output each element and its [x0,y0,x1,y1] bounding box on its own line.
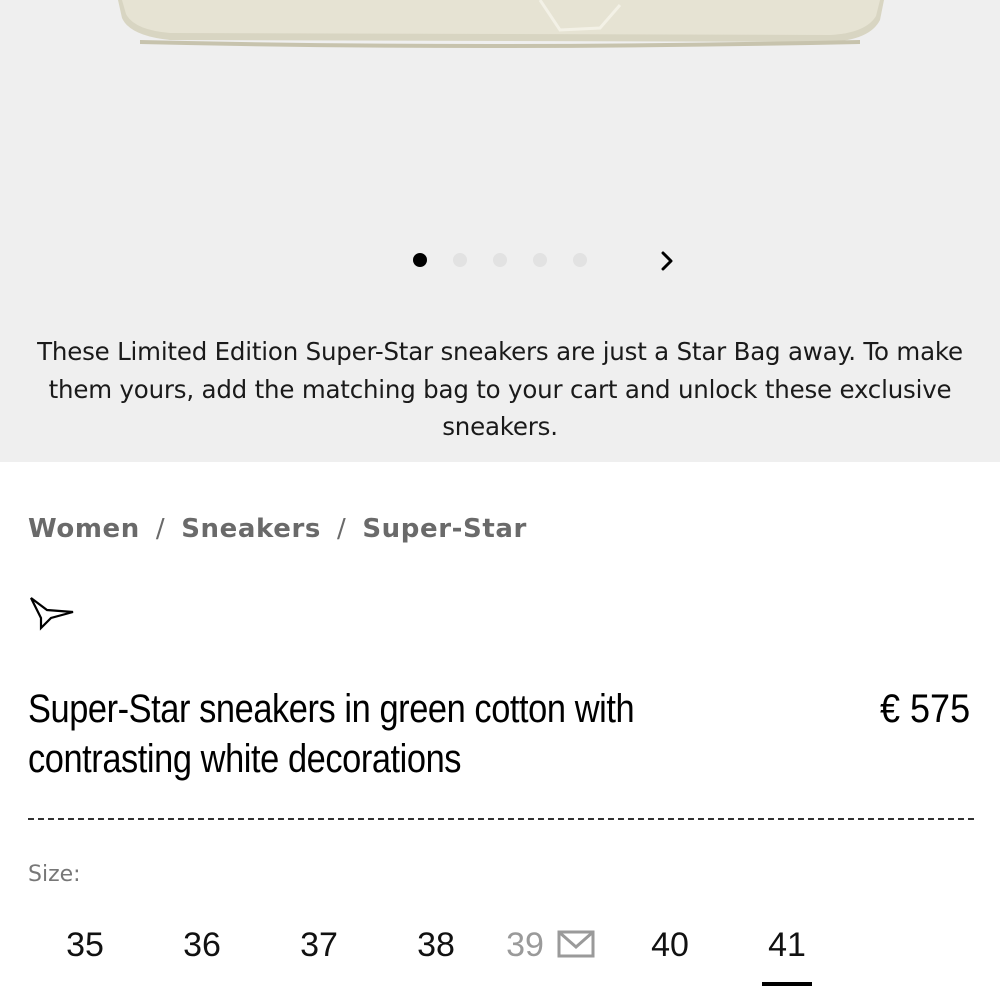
breadcrumb-separator: / [155,514,166,544]
carousel-dot-4[interactable] [533,253,547,267]
size-option-40[interactable]: 40 [635,920,705,970]
product-title: Super-Star sneakers in green cotton with… [28,687,635,781]
chevron-right-icon[interactable] [655,249,679,273]
carousel-dot-3[interactable] [493,253,507,267]
star-outline-icon [30,597,74,631]
size-label: Size: [28,862,81,887]
product-image-carousel[interactable]: These Limited Edition Super-Star sneaker… [0,0,1000,462]
size-option-35[interactable]: 35 [50,920,120,970]
size-option-36[interactable]: 36 [167,920,237,970]
breadcrumb-item-super-star[interactable]: Super-Star [362,514,527,544]
breadcrumb: Women / Sneakers / Super-Star [28,511,527,547]
size-option-41[interactable]: 41 [752,920,822,986]
product-price: € 575 [879,687,970,731]
promo-text: These Limited Edition Super-Star sneaker… [37,337,963,441]
size-selector: 35 36 37 38 39 40 41 [0,920,1000,986]
size-option-38[interactable]: 38 [401,920,471,970]
size-option-39[interactable]: 39 [490,920,560,970]
breadcrumb-item-sneakers[interactable]: Sneakers [181,514,321,544]
mail-icon[interactable] [557,930,595,958]
size-option-37[interactable]: 37 [284,920,354,970]
carousel-dots [0,251,1000,271]
carousel-dot-1[interactable] [413,253,427,267]
divider [28,818,974,820]
product-image [118,0,884,48]
carousel-dot-5[interactable] [573,253,587,267]
breadcrumb-item-women[interactable]: Women [28,514,140,544]
carousel-dot-2[interactable] [453,253,467,267]
breadcrumb-separator: / [336,514,347,544]
